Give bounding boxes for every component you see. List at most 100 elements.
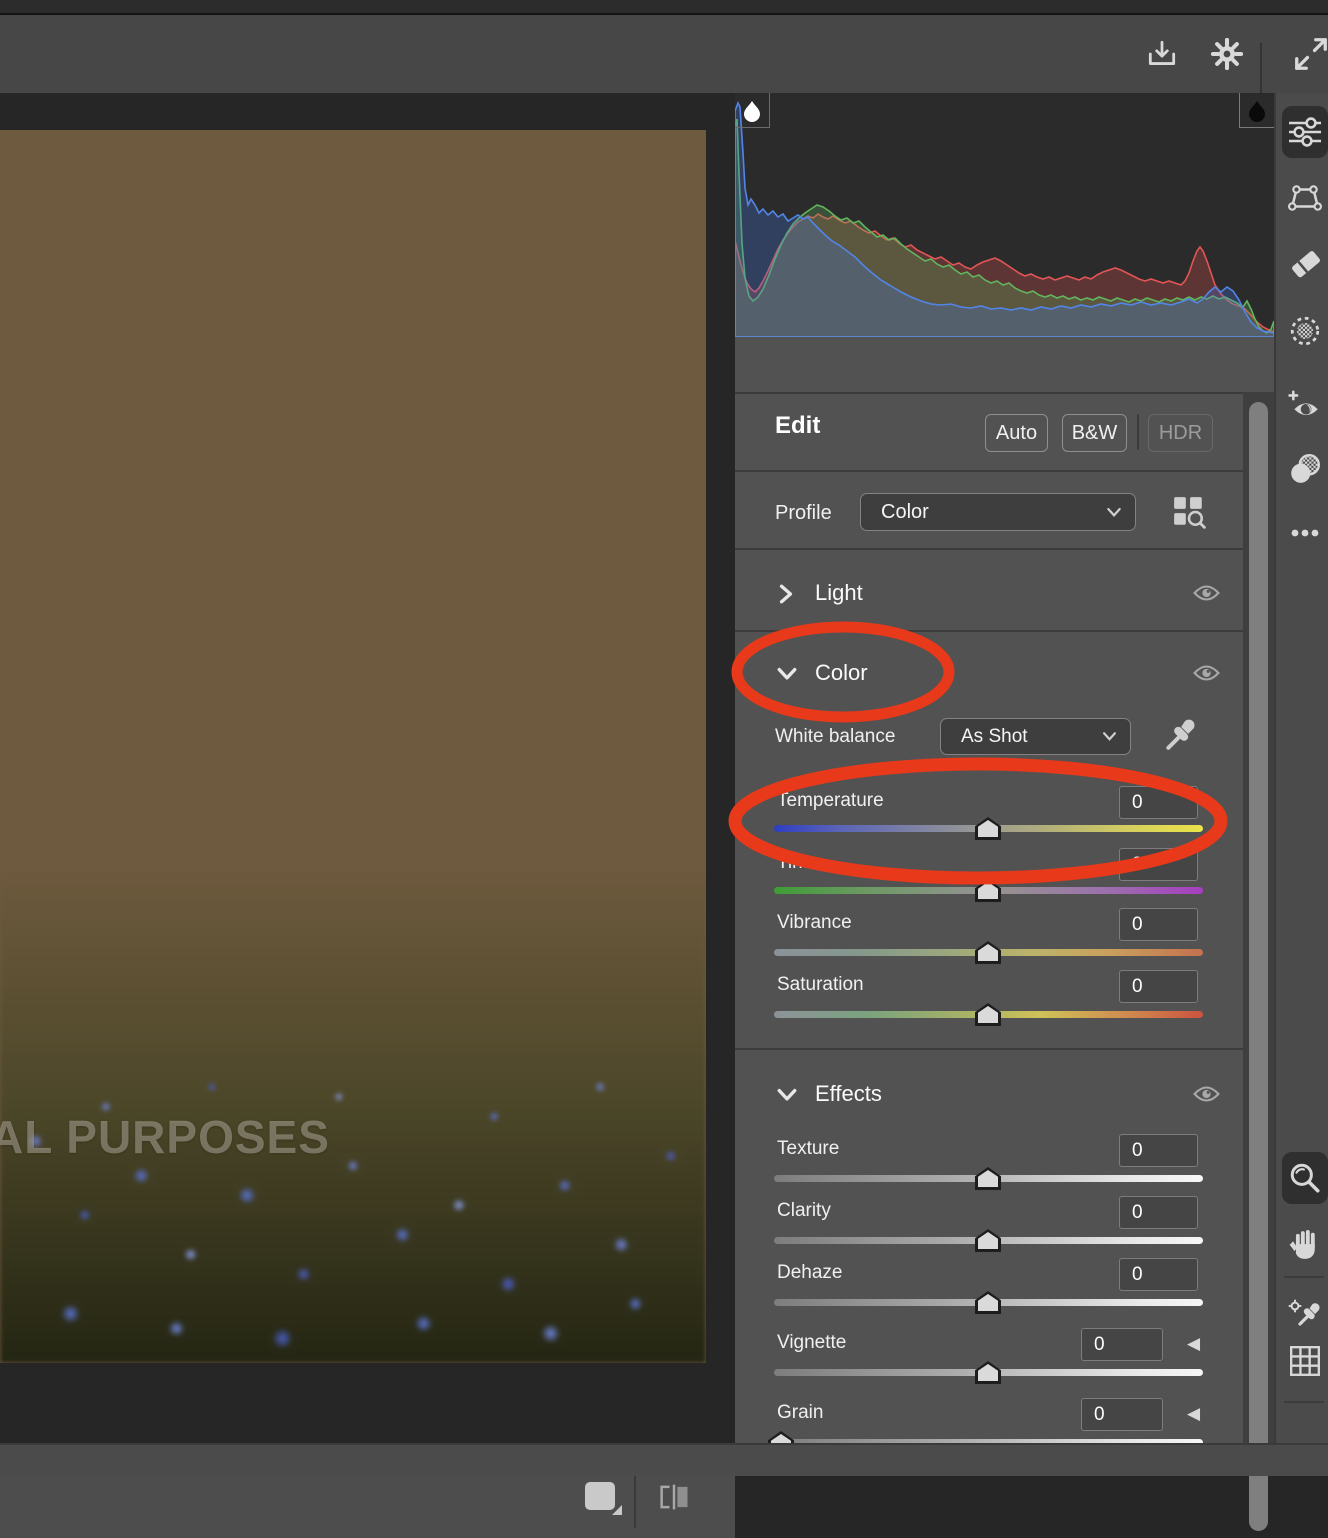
temperature-slider-thumb[interactable] <box>975 817 1001 840</box>
edit-panel: Edit Auto B&W HDR Profile Color Light Co… <box>735 392 1274 1476</box>
profile-label: Profile <box>775 502 832 525</box>
light-section-label[interactable]: Light <box>815 580 863 606</box>
settings-gear-icon[interactable] <box>1208 35 1246 73</box>
grain-expand-triangle-icon[interactable]: ◀ <box>1187 1405 1200 1422</box>
vibrance-slider-thumb[interactable] <box>975 941 1001 964</box>
topbar-divider <box>1260 43 1262 93</box>
tool-sidebar <box>1274 93 1328 1474</box>
eraser-heal-icon[interactable] <box>1285 243 1325 283</box>
panel-spacer <box>735 337 1274 392</box>
vignette-expand-triangle-icon[interactable]: ◀ <box>1187 1335 1200 1352</box>
light-expand-chevron-icon[interactable] <box>777 584 795 609</box>
saturation-slider[interactable] <box>774 1011 1203 1018</box>
tint-value[interactable]: 0 <box>1119 848 1198 881</box>
crop-transform-icon[interactable] <box>1285 178 1325 218</box>
window-top-strip <box>0 0 1328 15</box>
edit-side-panel: Edit Auto B&W HDR Profile Color Light Co… <box>735 93 1274 1474</box>
crop-overlay-mode-icon[interactable] <box>585 1482 615 1510</box>
profile-dropdown-value: Color <box>881 501 929 524</box>
effects-section-label[interactable]: Effects <box>815 1081 882 1107</box>
chevron-down-icon <box>1107 508 1121 517</box>
export-download-icon[interactable] <box>1143 35 1181 73</box>
clarity-label: Clarity <box>777 1200 831 1222</box>
bw-button[interactable]: B&W <box>1062 414 1127 452</box>
texture-slider-thumb[interactable] <box>975 1167 1001 1190</box>
grain-value[interactable]: 0 <box>1081 1398 1163 1431</box>
presets-heal-icon[interactable] <box>1285 449 1325 489</box>
crop-overlay-corner <box>612 1505 622 1515</box>
light-visibility-eye-icon[interactable] <box>1193 583 1220 603</box>
sidebar-divider <box>1284 1276 1324 1278</box>
white-teardrop-icon <box>740 98 764 122</box>
saturation-value[interactable]: 0 <box>1119 970 1198 1003</box>
highlight-clipping-indicator[interactable] <box>1239 93 1274 128</box>
dehaze-value[interactable]: 0 <box>1119 1258 1198 1291</box>
shadow-clipping-indicator[interactable] <box>735 93 770 128</box>
masking-icon[interactable] <box>1285 311 1325 351</box>
more-options-icon[interactable] <box>1285 513 1325 553</box>
hand-pan-icon[interactable] <box>1285 1223 1325 1263</box>
saturation-slider-thumb[interactable] <box>975 1003 1001 1026</box>
photo-canvas-area: AL PURPOSES <box>0 93 735 1365</box>
vignette-value[interactable]: 0 <box>1081 1328 1163 1361</box>
tint-slider-thumb[interactable] <box>975 879 1001 902</box>
white-balance-eyedropper-icon[interactable] <box>1160 714 1200 756</box>
clarity-slider[interactable] <box>774 1237 1203 1244</box>
vibrance-label: Vibrance <box>777 912 852 934</box>
histogram-curves <box>735 93 1274 337</box>
lightroom-window: { "window": { "topbar_icons": ["export-d… <box>0 0 1328 1474</box>
panel-scrollbar-thumb[interactable] <box>1249 402 1268 1531</box>
temperature-value[interactable]: 0 <box>1119 786 1198 819</box>
edit-sliders-icon[interactable] <box>1285 112 1325 152</box>
top-bar <box>0 15 1328 93</box>
section-divider <box>735 630 1245 632</box>
texture-value[interactable]: 0 <box>1119 1134 1198 1167</box>
section-divider <box>735 548 1245 550</box>
red-eye-icon[interactable] <box>1285 385 1325 425</box>
color-sampler-icon[interactable] <box>1285 1291 1325 1331</box>
grain-label: Grain <box>777 1402 823 1424</box>
sidebar-divider <box>1284 1401 1324 1403</box>
dehaze-slider[interactable] <box>774 1299 1203 1306</box>
profile-browser-icon[interactable] <box>1172 495 1206 529</box>
tint-slider[interactable] <box>774 887 1203 894</box>
fullscreen-expand-icon[interactable] <box>1292 35 1328 73</box>
histogram[interactable] <box>735 93 1274 337</box>
color-section-label[interactable]: Color <box>815 660 868 686</box>
effects-visibility-eye-icon[interactable] <box>1193 1084 1220 1104</box>
white-balance-dropdown[interactable]: As Shot <box>940 718 1131 755</box>
white-balance-value: As Shot <box>961 726 1028 748</box>
clarity-value[interactable]: 0 <box>1119 1196 1198 1229</box>
color-visibility-eye-icon[interactable] <box>1193 663 1220 683</box>
profile-dropdown[interactable]: Color <box>860 493 1136 531</box>
status-strip <box>0 1443 1328 1476</box>
panel-title: Edit <box>775 412 820 440</box>
dehaze-slider-thumb[interactable] <box>975 1291 1001 1314</box>
watermark-text: AL PURPOSES <box>0 1110 330 1164</box>
hdr-button[interactable]: HDR <box>1148 414 1213 452</box>
texture-label: Texture <box>777 1138 839 1160</box>
black-teardrop-icon <box>1245 98 1269 122</box>
white-balance-label: White balance <box>775 726 895 748</box>
vibrance-value[interactable]: 0 <box>1119 908 1198 941</box>
vibrance-slider[interactable] <box>774 949 1203 956</box>
section-divider <box>735 1048 1245 1050</box>
section-divider <box>735 470 1245 472</box>
vignette-slider[interactable] <box>774 1369 1203 1376</box>
zoom-icon[interactable] <box>1285 1158 1325 1198</box>
saturation-label: Saturation <box>777 974 864 996</box>
vignette-slider-thumb[interactable] <box>975 1361 1001 1384</box>
effects-collapse-chevron-icon[interactable] <box>777 1088 797 1107</box>
toolbar-divider <box>634 1470 636 1528</box>
texture-slider[interactable] <box>774 1175 1203 1182</box>
temperature-label: Temperature <box>777 790 884 812</box>
clarity-slider-thumb[interactable] <box>975 1229 1001 1252</box>
auto-button[interactable]: Auto <box>985 414 1048 452</box>
vignette-label: Vignette <box>777 1332 846 1354</box>
chevron-down-icon <box>1103 732 1116 741</box>
color-collapse-chevron-icon[interactable] <box>777 667 797 686</box>
dehaze-label: Dehaze <box>777 1262 843 1284</box>
temperature-slider[interactable] <box>774 825 1203 832</box>
grid-overlay-icon[interactable] <box>1285 1341 1325 1381</box>
before-after-compare-icon[interactable] <box>652 1480 696 1514</box>
